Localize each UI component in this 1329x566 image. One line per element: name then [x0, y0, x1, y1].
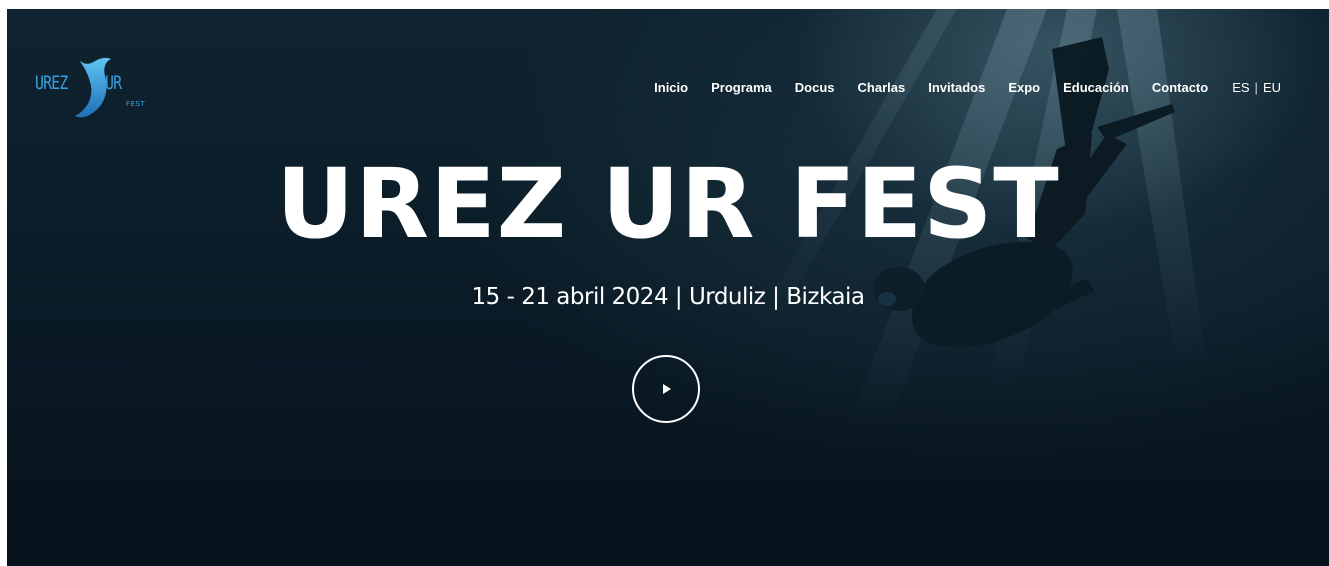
nav-item-docus[interactable]: Docus	[795, 80, 835, 95]
lang-separator: |	[1254, 80, 1258, 95]
lang-es-link[interactable]: ES	[1232, 80, 1249, 95]
play-icon	[663, 384, 671, 394]
logo-text-right: UR	[105, 72, 122, 94]
hero-title: UREZ UR FEST	[276, 148, 1060, 260]
nav-item-charlas[interactable]: Charlas	[858, 80, 906, 95]
language-switcher: ES | EU	[1232, 80, 1281, 95]
hero-section: UREZ UR FEST Inicio Programa Docus Charl…	[7, 9, 1329, 566]
nav-item-educacion[interactable]: Educación	[1063, 80, 1129, 95]
nav-item-inicio[interactable]: Inicio	[654, 80, 688, 95]
play-video-button[interactable]	[632, 355, 700, 423]
logo-text-sub: FEST	[126, 100, 146, 108]
nav-item-contacto[interactable]: Contacto	[1152, 80, 1208, 95]
nav-item-invitados[interactable]: Invitados	[928, 80, 985, 95]
site-logo[interactable]: UREZ UR FEST	[31, 54, 146, 124]
lang-eu-link[interactable]: EU	[1263, 80, 1281, 95]
logo-text-left: UREZ	[35, 72, 68, 94]
hero-subtitle: 15 - 21 abril 2024 | Urduliz | Bizkaia	[471, 284, 865, 310]
main-nav: Inicio Programa Docus Charlas Invitados …	[631, 80, 1281, 95]
nav-item-expo[interactable]: Expo	[1008, 80, 1040, 95]
nav-item-programa[interactable]: Programa	[711, 80, 772, 95]
